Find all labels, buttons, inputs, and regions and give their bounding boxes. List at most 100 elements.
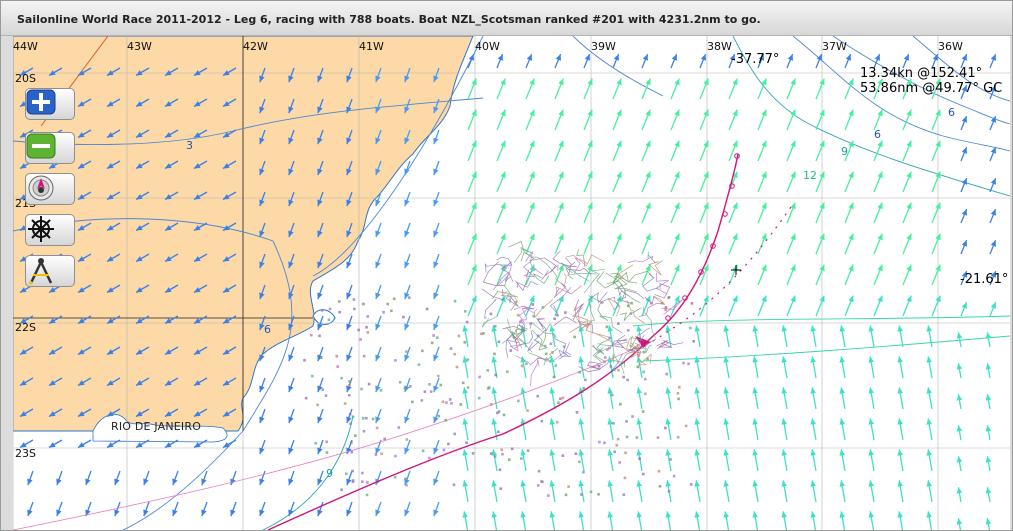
measure-button[interactable] — [25, 255, 75, 287]
fleet-boat-dot — [445, 401, 448, 404]
fleet-track — [523, 251, 535, 267]
fleet-boat-dot — [428, 383, 431, 386]
fleet-boat-dot — [362, 429, 366, 433]
fleet-boat-dot — [437, 374, 440, 378]
wind-arrow-head — [433, 292, 439, 300]
fleet-boat-dot — [561, 454, 565, 457]
wind-arrow-head — [868, 418, 874, 425]
fleet-boat-dot — [676, 435, 680, 439]
wind-arrow-head — [839, 325, 845, 332]
fleet-boat-dot — [383, 437, 386, 441]
wind-arrow-head — [810, 418, 816, 425]
wind-arrow-head — [810, 449, 816, 456]
fleet-boat-dot — [303, 358, 306, 362]
zoom-out-button[interactable] — [25, 132, 75, 164]
fleet-boat-dot — [457, 334, 461, 338]
fleet-track — [573, 257, 588, 274]
wind-arrow-head — [491, 511, 497, 518]
fleet-boat-dot — [625, 420, 628, 423]
wind-arrow-head — [462, 418, 468, 425]
wind-arrow-head — [607, 480, 613, 487]
fleet-boat-dot — [421, 349, 424, 353]
wind-arrow-head — [491, 356, 497, 363]
fleet-boat-dot — [606, 348, 609, 352]
wind-arrow-head — [926, 387, 932, 394]
center-boat-button[interactable] — [25, 173, 75, 205]
fleet-boat-dot — [597, 492, 600, 496]
longitude-label-39w: 39W — [591, 40, 616, 53]
wind-arrow-head — [607, 418, 613, 425]
fleet-boat-dot — [498, 468, 502, 472]
fleet-boat-dot — [405, 438, 409, 441]
fleet-boat-dot — [366, 315, 370, 318]
fleet-boat-dot — [603, 441, 606, 445]
fleet-boat-dot — [394, 359, 397, 362]
longitude-label-41w: 41W — [359, 40, 384, 53]
fleet-boat-dot — [493, 324, 497, 328]
fleet-boat-dot — [407, 296, 411, 299]
zoom-in-button[interactable] — [25, 88, 75, 120]
fleet-boat-dot — [348, 412, 352, 416]
fleet-boat-dot — [489, 403, 493, 406]
wind-arrow-head — [665, 449, 671, 456]
fleet-boat-dot — [362, 302, 365, 306]
wind-arrow-head — [985, 394, 992, 401]
fleet-boat-dot — [646, 357, 649, 361]
wind-arrow-head — [491, 480, 497, 487]
wind-arrow-head — [868, 511, 874, 518]
fleet-boat-dot — [531, 303, 535, 306]
wind-arrow-head — [839, 449, 845, 456]
longitude-label-40w: 40W — [475, 40, 500, 53]
fleet-boat-dot — [432, 334, 435, 337]
minus-icon — [26, 133, 56, 159]
wind-arrow-head — [985, 518, 992, 525]
wind-arrow-head — [433, 478, 439, 486]
fleet-boat-dot — [540, 419, 544, 423]
fleet-boat-dot — [382, 311, 385, 314]
fleet-boat-dot — [357, 328, 360, 332]
wind-arrow-head — [839, 511, 845, 518]
wind-arrow-head — [956, 363, 963, 370]
fleet-boat-dot — [505, 370, 509, 374]
map-canvas[interactable]: 44W 43W 42W 41W 40W 39W 38W 37W 36W 20S … — [13, 36, 1010, 530]
wind-arrow-head — [897, 418, 903, 425]
wind-arrow-head — [985, 487, 992, 494]
fleet-boat-dot — [664, 426, 667, 430]
fleet-boat-dot — [404, 477, 407, 481]
fleet-boat-dot — [554, 364, 558, 368]
wind-arrow-head — [375, 385, 381, 393]
fleet-boat-dot — [638, 457, 641, 460]
wind-arrow-head — [520, 480, 526, 487]
longitude-label-44w: 44W — [13, 40, 38, 53]
fleet-boat-dot — [536, 394, 540, 398]
fleet-boat-dot — [437, 414, 441, 418]
fleet-boat-dot — [449, 347, 453, 350]
app-window: Sailonline World Race 2011-2012 - Leg 6,… — [0, 0, 1013, 531]
wind-arrow-head — [607, 387, 613, 394]
wind-arrow-head — [317, 509, 323, 517]
fleet-boat-dot — [455, 365, 459, 369]
fleet-boat-dot — [350, 441, 353, 444]
fleet-boat-dot — [672, 474, 676, 478]
fleet-boat-dot — [525, 362, 528, 365]
fleet-boat-dot — [537, 469, 541, 473]
fleet-boat-dot — [589, 490, 593, 494]
fleet-track — [583, 268, 606, 294]
wind-arrow-head — [346, 509, 352, 517]
fleet-boat-dot — [664, 308, 668, 312]
fleet-boat-dot — [310, 374, 314, 378]
fleet-boat-dot — [466, 386, 470, 389]
speed-heading-readout: 13.34kn @152.41° — [860, 66, 983, 81]
fleet-boat-dot — [463, 341, 467, 344]
fleet-boat-dot — [478, 375, 481, 379]
fleet-boat-dot — [631, 415, 634, 418]
fleet-track — [532, 273, 550, 284]
helm-button[interactable] — [25, 214, 75, 246]
fleet-boat-dot — [351, 469, 354, 473]
wind-arrow-head — [839, 480, 845, 487]
fleet-boat-dot — [660, 301, 664, 305]
fleet-boat-dot — [360, 480, 364, 483]
fleet-boat-dot — [319, 356, 323, 360]
wind-arrow-head — [491, 418, 497, 425]
wind-arrow-head — [694, 511, 700, 518]
